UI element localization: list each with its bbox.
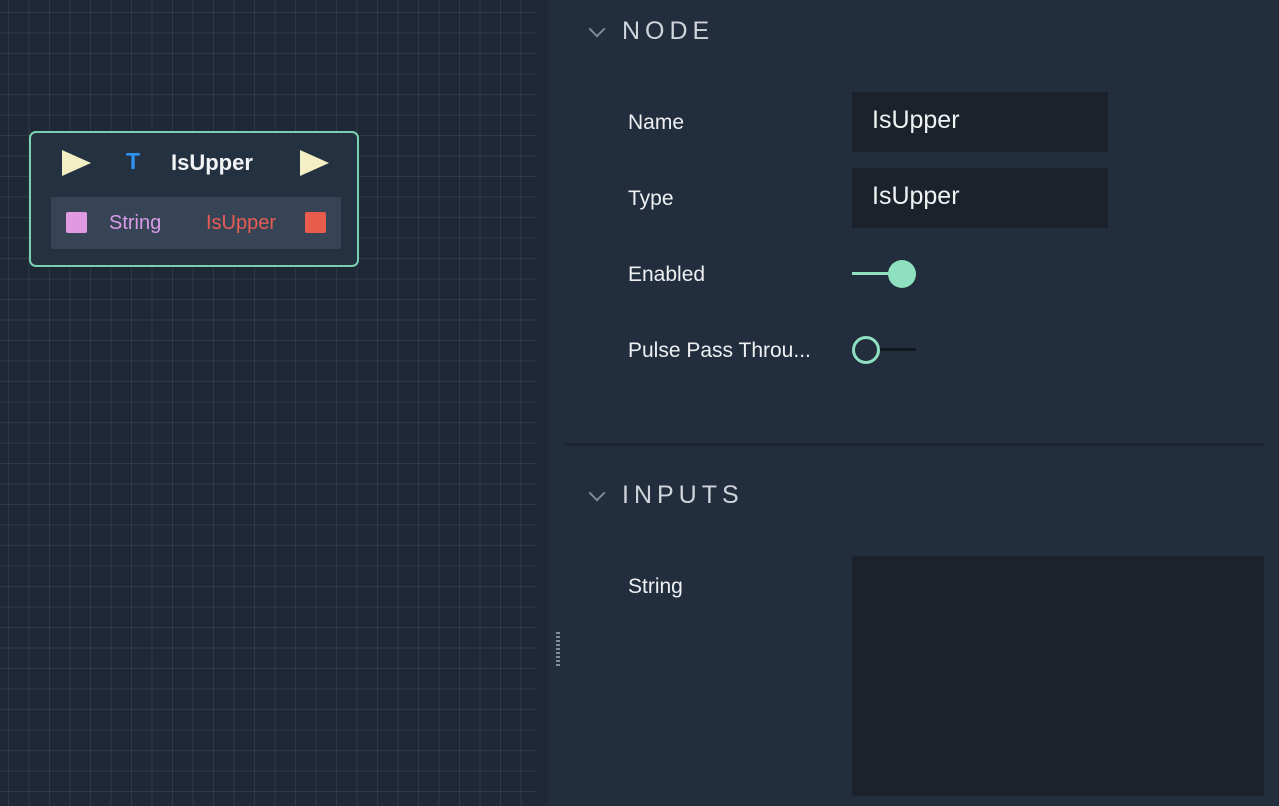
text-type-icon: T	[126, 148, 141, 174]
input-port-label: String	[109, 212, 162, 234]
name-field[interactable]: IsUpper	[852, 92, 1108, 152]
node-title: IsUpper	[171, 150, 253, 175]
string-input-label: String	[628, 575, 683, 598]
flow-output-play-icon[interactable]	[300, 150, 329, 176]
input-port-string[interactable]	[66, 212, 87, 233]
toggle-track	[852, 272, 892, 275]
output-port-label: IsUpper	[206, 212, 277, 234]
enabled-label: Enabled	[628, 263, 706, 286]
toggle-knob	[852, 336, 880, 364]
output-port-isupper[interactable]	[305, 212, 326, 233]
pulse-pass-through-label: Pulse Pass Throu...	[628, 339, 811, 362]
toggle-knob	[888, 260, 916, 288]
graph-canvas[interactable]: T IsUpper String IsUpper	[0, 0, 536, 806]
flow-input-play-icon[interactable]	[62, 150, 91, 176]
section-title-node[interactable]: NODE	[622, 17, 714, 46]
isupper-node[interactable]: T IsUpper String IsUpper	[29, 131, 359, 267]
section-divider	[564, 443, 1264, 446]
panel-gap	[536, 0, 548, 806]
name-label: Name	[628, 111, 685, 134]
resize-handle[interactable]	[556, 632, 560, 666]
string-input-textarea[interactable]	[852, 556, 1264, 796]
type-field: IsUpper	[852, 168, 1108, 228]
section-title-inputs[interactable]: INPUTS	[622, 481, 744, 510]
type-label: Type	[628, 187, 674, 210]
ports-row: String IsUpper	[51, 197, 341, 249]
